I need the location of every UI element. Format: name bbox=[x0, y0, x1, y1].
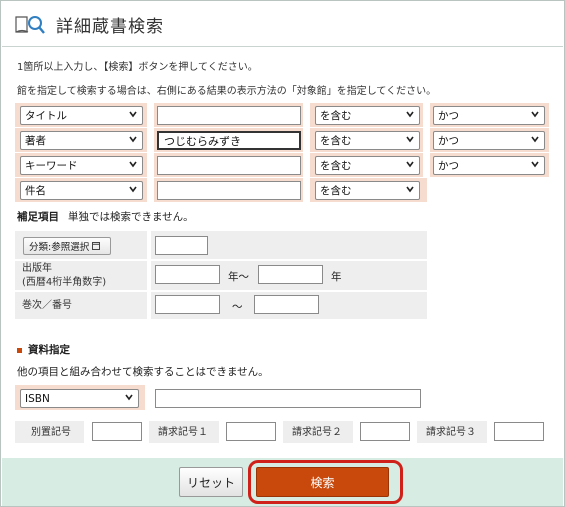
pub-year-suffix: 年 bbox=[331, 271, 342, 283]
row-gap bbox=[303, 103, 310, 202]
book-search-icon bbox=[15, 16, 45, 34]
operator-select-author[interactable]: かつ bbox=[433, 131, 545, 150]
id-type-select-value: ISBN bbox=[25, 392, 50, 405]
volume-from-input[interactable] bbox=[155, 295, 220, 314]
material-heading-text: 資料指定 bbox=[28, 344, 70, 356]
chevron-down-icon bbox=[531, 136, 539, 143]
table-divider bbox=[15, 259, 427, 261]
volume-label: 巻次／番号 bbox=[22, 300, 72, 311]
match-select-subject[interactable]: を含む bbox=[315, 181, 420, 200]
page-title: 詳細蔵書検索 bbox=[56, 17, 164, 37]
volume-range-separator: ～ bbox=[232, 301, 243, 313]
notice-line-2: 館を指定して検索する場合は、右側にある結果の表示方法の「対象館」を指定してくださ… bbox=[17, 86, 437, 97]
chevron-down-icon bbox=[129, 186, 137, 193]
chevron-down-icon bbox=[406, 111, 414, 118]
classification-button-label: 分類:参照選択 bbox=[29, 242, 90, 253]
call2-input[interactable] bbox=[360, 422, 410, 441]
match-select-value: を含む bbox=[320, 160, 352, 172]
table-divider bbox=[147, 231, 151, 319]
call1-label: 請求記号１ bbox=[158, 427, 208, 438]
match-select-title[interactable]: を含む bbox=[315, 106, 420, 125]
notice-line-1: 1箇所以上入力し、【検索】ボタンを押してください。 bbox=[17, 62, 258, 73]
pub-year-label: 出版年 bbox=[22, 263, 52, 274]
field-select-title[interactable]: タイトル bbox=[20, 106, 143, 125]
match-select-author[interactable]: を含む bbox=[315, 131, 420, 150]
detailed-search-panel: 詳細蔵書検索 1箇所以上入力し、【検索】ボタンを押してください。 館を指定して検… bbox=[0, 0, 565, 507]
match-select-value: を含む bbox=[320, 135, 352, 147]
chevron-down-icon bbox=[531, 161, 539, 168]
match-select-value: を含む bbox=[320, 185, 352, 197]
material-note: 他の項目と組み合わせて検索することはできません。 bbox=[17, 366, 269, 378]
chevron-down-icon bbox=[406, 161, 414, 168]
field-select-value: タイトル bbox=[25, 110, 67, 122]
betsu-label: 別置記号 bbox=[31, 427, 71, 438]
subject-input[interactable] bbox=[157, 181, 301, 200]
chevron-down-icon bbox=[406, 186, 414, 193]
pub-year-hint: (西暦4桁半角数字) bbox=[22, 277, 107, 288]
betsu-input[interactable] bbox=[92, 422, 142, 441]
operator-select-value: かつ bbox=[438, 135, 459, 147]
chevron-down-icon bbox=[129, 136, 137, 143]
match-select-value: を含む bbox=[320, 110, 352, 122]
supplement-note: 単独では検索できません。 bbox=[68, 211, 194, 223]
pub-year-to-input[interactable] bbox=[258, 265, 323, 284]
call3-input[interactable] bbox=[494, 422, 544, 441]
row-gap bbox=[423, 103, 430, 177]
pub-year-range-separator: 年～ bbox=[228, 271, 249, 283]
classification-select-button[interactable]: 分類:参照選択 bbox=[23, 237, 111, 255]
chevron-down-icon bbox=[406, 136, 414, 143]
isbn-input[interactable] bbox=[155, 389, 421, 408]
call1-input[interactable] bbox=[226, 422, 276, 441]
match-select-keyword[interactable]: を含む bbox=[315, 156, 420, 175]
call3-label: 請求記号３ bbox=[426, 427, 476, 438]
table-divider bbox=[15, 290, 427, 292]
reset-button[interactable]: リセット bbox=[179, 467, 243, 497]
popup-window-icon bbox=[92, 242, 101, 250]
volume-to-input[interactable] bbox=[254, 295, 319, 314]
row-gap bbox=[147, 103, 154, 202]
operator-select-title[interactable]: かつ bbox=[433, 106, 545, 125]
panel-header: 詳細蔵書検索 bbox=[2, 2, 563, 47]
field-select-value: キーワード bbox=[25, 160, 78, 172]
title-input[interactable] bbox=[157, 106, 301, 125]
pub-year-from-input[interactable] bbox=[155, 265, 220, 284]
call2-label: 請求記号２ bbox=[292, 427, 342, 438]
material-heading: 資料指定 bbox=[17, 342, 70, 357]
section-bullet-icon bbox=[17, 347, 22, 353]
field-select-keyword[interactable]: キーワード bbox=[20, 156, 143, 175]
field-select-value: 件名 bbox=[25, 185, 46, 197]
chevron-down-icon bbox=[531, 111, 539, 118]
classification-input[interactable] bbox=[155, 236, 208, 255]
field-select-author[interactable]: 著者 bbox=[20, 131, 143, 150]
field-select-subject[interactable]: 件名 bbox=[20, 181, 143, 200]
search-button[interactable]: 検索 bbox=[256, 467, 389, 497]
chevron-down-icon bbox=[129, 111, 137, 118]
operator-select-keyword[interactable]: かつ bbox=[433, 156, 545, 175]
field-select-value: 著者 bbox=[25, 135, 46, 147]
author-input[interactable]: つじむらみずき bbox=[157, 131, 301, 150]
chevron-down-icon bbox=[129, 161, 137, 168]
operator-select-value: かつ bbox=[438, 110, 459, 122]
keyword-input[interactable] bbox=[157, 156, 301, 175]
id-type-select[interactable]: ISBN bbox=[20, 389, 139, 408]
chevron-down-icon bbox=[125, 394, 133, 401]
supplement-heading: 補足項目 bbox=[17, 211, 59, 223]
operator-select-value: かつ bbox=[438, 160, 459, 172]
